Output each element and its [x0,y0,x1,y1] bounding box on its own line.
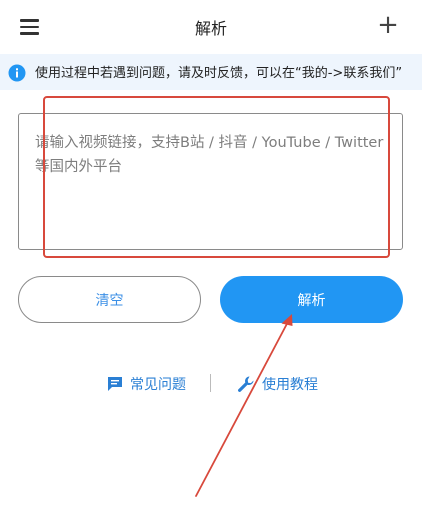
wrench-icon [238,376,254,392]
faq-link-label: 常见问题 [130,377,186,393]
links-divider [210,374,211,392]
tutorial-link-label: 使用教程 [262,377,318,393]
notice-text: 使用过程中若遇到问题，请及时反馈，可以在“我的->联系我们” [35,66,403,81]
parse-button-label: 解析 [297,292,326,309]
clear-button-label: 清空 [95,292,124,309]
clear-button[interactable]: 清空 [18,276,201,323]
app-root: 解析 + 使用过程中若遇到问题，请及时反馈，可以在“我的->联系我们” 清空 解… [0,0,422,511]
chat-bubble-icon [108,377,122,391]
parse-button[interactable]: 解析 [220,276,403,323]
page-title: 解析 [194,19,227,38]
tutorial-link[interactable]: 使用教程 [236,372,318,396]
plus-icon[interactable]: + [376,10,400,40]
info-icon [8,64,26,82]
notice-bar: 使用过程中若遇到问题，请及时反馈，可以在“我的->联系我们” [0,54,422,90]
video-link-input[interactable] [18,113,403,250]
faq-link[interactable]: 常见问题 [106,372,186,396]
help-links: 常见问题 使用教程 [0,372,422,396]
header-bar: 解析 + [0,0,422,54]
